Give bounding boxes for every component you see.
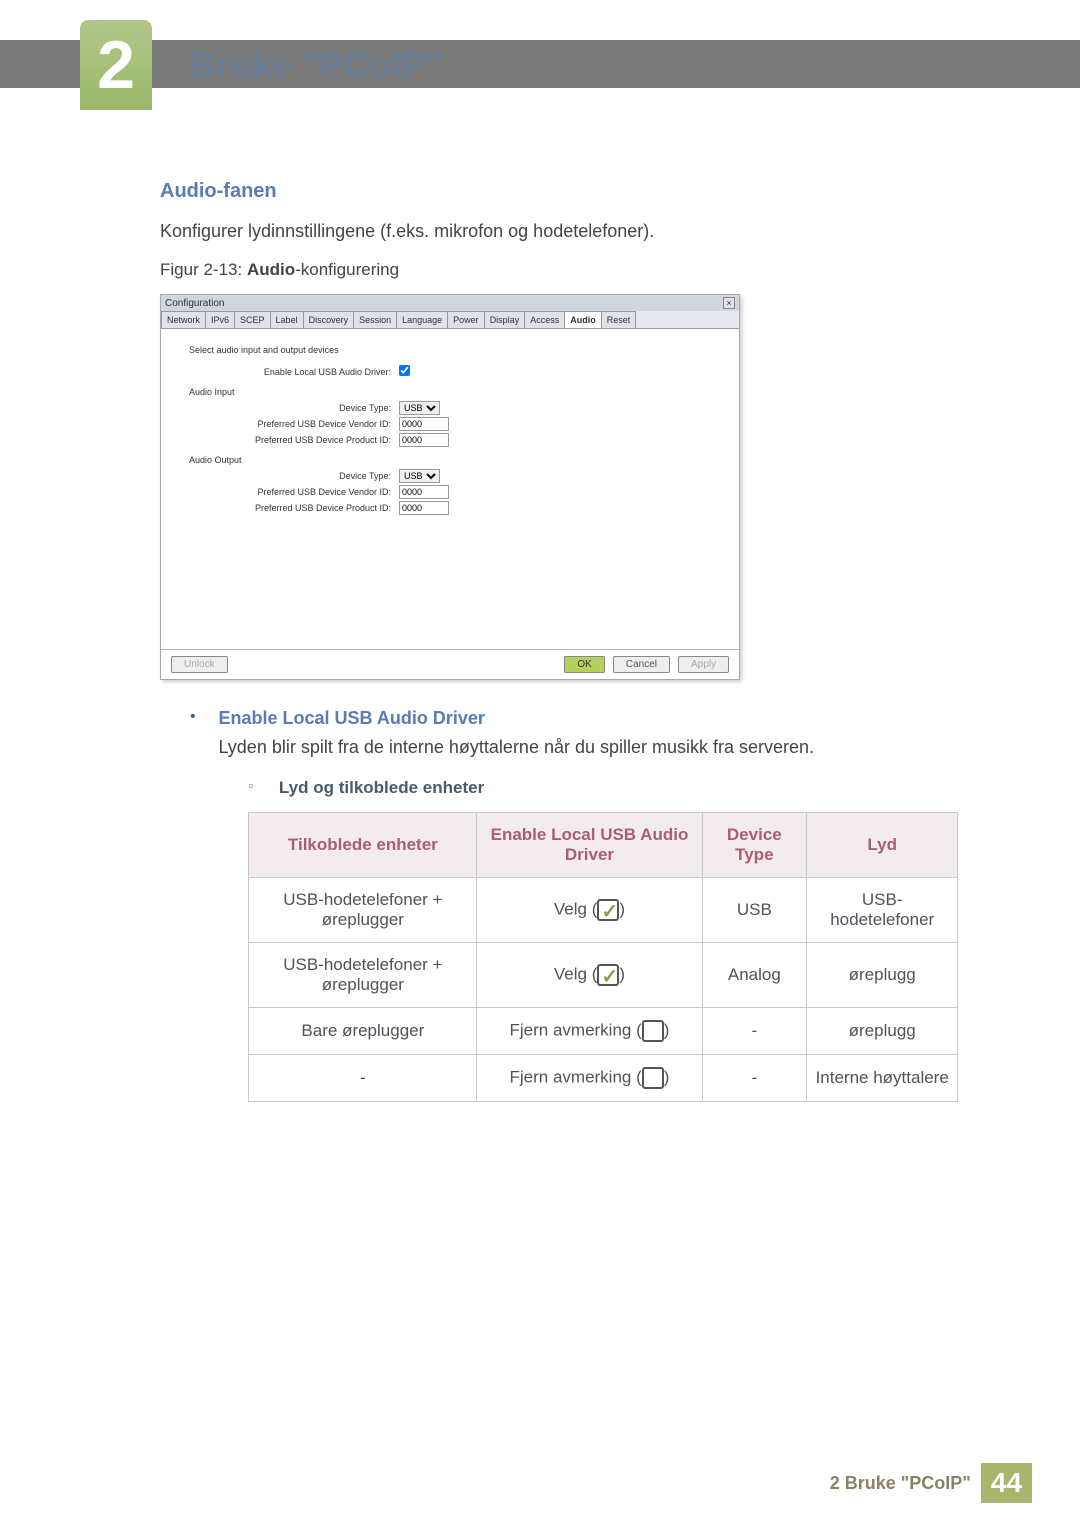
label-in-vendor: Preferred USB Device Vendor ID: — [179, 419, 399, 429]
label-enable: Enable Local USB Audio Driver: — [179, 367, 399, 377]
group-input: Audio Input — [189, 387, 721, 397]
cell-sound: øreplugg — [806, 1008, 958, 1055]
footer-page: 44 — [981, 1463, 1032, 1503]
bullet-dot-icon: • — [190, 708, 214, 726]
label-out-device: Device Type: — [179, 471, 399, 481]
table-row: -Fjern avmerking ()-Interne høyttalere — [249, 1055, 958, 1102]
cell-sound: Interne høyttalere — [806, 1055, 958, 1102]
row-in-vendor: Preferred USB Device Vendor ID: — [179, 417, 721, 431]
tab-reset[interactable]: Reset — [601, 311, 637, 328]
chapter-title: Bruke "PCoIP" — [190, 44, 442, 86]
input-out-product[interactable] — [399, 501, 449, 515]
cell-type: - — [702, 1008, 806, 1055]
cell-sound: USB-hodetelefoner — [806, 878, 958, 943]
th-sound: Lyd — [806, 813, 958, 878]
th-type: Device Type — [702, 813, 806, 878]
panel-body: Select audio input and output devices En… — [161, 329, 739, 649]
cancel-button[interactable]: Cancel — [613, 656, 670, 673]
tab-ipv6[interactable]: IPv6 — [205, 311, 235, 328]
cell-type: USB — [702, 878, 806, 943]
row-out-vendor: Preferred USB Device Vendor ID: — [179, 485, 721, 499]
input-in-product[interactable] — [399, 433, 449, 447]
label-out-product: Preferred USB Device Product ID: — [179, 503, 399, 513]
section-heading: Audio-fanen — [160, 180, 960, 203]
cell-enable: Velg () — [477, 878, 702, 943]
cell-enable: Fjern avmerking () — [477, 1008, 702, 1055]
cell-connected: USB-hodetelefoner + øreplugger — [249, 943, 477, 1008]
bullet-heading: Enable Local USB Audio Driver — [218, 708, 958, 729]
tab-discovery[interactable]: Discovery — [303, 311, 355, 328]
th-enable: Enable Local USB Audio Driver — [477, 813, 702, 878]
tab-label[interactable]: Label — [270, 311, 304, 328]
tab-access[interactable]: Access — [524, 311, 565, 328]
checkbox-enable[interactable] — [399, 365, 410, 376]
checkbox-icon — [597, 964, 619, 986]
panel-help: Select audio input and output devices — [189, 345, 721, 355]
figure-suffix: -konfigurering — [295, 260, 399, 279]
device-table: Tilkoblede enheter Enable Local USB Audi… — [248, 812, 958, 1102]
chapter-badge: 2 — [80, 20, 152, 110]
checkbox-icon — [597, 899, 619, 921]
checkbox-icon — [642, 1067, 664, 1089]
select-in-device[interactable]: USB — [399, 401, 440, 415]
tab-power[interactable]: Power — [447, 311, 485, 328]
select-out-device[interactable]: USB — [399, 469, 440, 483]
button-row: Unlock OK Cancel Apply — [161, 649, 739, 679]
label-out-vendor: Preferred USB Device Vendor ID: — [179, 487, 399, 497]
ok-button[interactable]: OK — [564, 656, 604, 673]
th-connected: Tilkoblede enheter — [249, 813, 477, 878]
tab-session[interactable]: Session — [353, 311, 397, 328]
row-enable: Enable Local USB Audio Driver: — [179, 365, 721, 379]
header-bar — [0, 40, 1080, 88]
cell-type: Analog — [702, 943, 806, 1008]
label-in-product: Preferred USB Device Product ID: — [179, 435, 399, 445]
footer: 2 Bruke "PCoIP" 44 — [830, 1463, 1032, 1503]
input-out-vendor[interactable] — [399, 485, 449, 499]
titlebar: Configuration × — [161, 295, 739, 311]
input-in-vendor[interactable] — [399, 417, 449, 431]
tab-audio[interactable]: Audio — [564, 311, 602, 328]
figure-prefix: Figur 2-13: — [160, 260, 247, 279]
unlock-button[interactable]: Unlock — [171, 656, 228, 673]
row-out-product: Preferred USB Device Product ID: — [179, 501, 721, 515]
figure-caption: Figur 2-13: Audio-konfigurering — [160, 260, 960, 280]
tab-language[interactable]: Language — [396, 311, 448, 328]
tab-scep[interactable]: SCEP — [234, 311, 271, 328]
tab-display[interactable]: Display — [484, 311, 526, 328]
cell-connected: Bare øreplugger — [249, 1008, 477, 1055]
cell-enable: Fjern avmerking () — [477, 1055, 702, 1102]
cell-connected: - — [249, 1055, 477, 1102]
window-title: Configuration — [165, 298, 224, 309]
config-window: Configuration × NetworkIPv6SCEPLabelDisc… — [160, 294, 740, 680]
sub-heading: Lyd og tilkoblede enheter — [279, 778, 484, 798]
tab-network[interactable]: Network — [161, 311, 206, 328]
label-in-device: Device Type: — [179, 403, 399, 413]
section-intro: Konfigurer lydinnstillingene (f.eks. mik… — [160, 221, 960, 242]
table-row: USB-hodetelefoner + ørepluggerVelg ()USB… — [249, 878, 958, 943]
cell-sound: øreplugg — [806, 943, 958, 1008]
close-icon[interactable]: × — [723, 297, 735, 309]
apply-button[interactable]: Apply — [678, 656, 729, 673]
tab-row: NetworkIPv6SCEPLabelDiscoverySessionLang… — [161, 311, 739, 329]
bullet-section: • Enable Local USB Audio Driver Lyden bl… — [160, 708, 960, 1102]
group-output: Audio Output — [189, 455, 721, 465]
cell-type: - — [702, 1055, 806, 1102]
cell-enable: Velg () — [477, 943, 702, 1008]
row-in-device: Device Type: USB — [179, 401, 721, 415]
row-in-product: Preferred USB Device Product ID: — [179, 433, 721, 447]
sub-bullet: ▫ Lyd og tilkoblede enheter Tilkoblede e… — [218, 778, 958, 1102]
table-row: USB-hodetelefoner + ørepluggerVelg ()Ana… — [249, 943, 958, 1008]
square-bullet-icon: ▫ — [248, 778, 274, 793]
chapter-number: 2 — [97, 31, 135, 99]
footer-text: 2 Bruke "PCoIP" — [830, 1473, 971, 1494]
checkbox-icon — [642, 1020, 664, 1042]
cell-connected: USB-hodetelefoner + øreplugger — [249, 878, 477, 943]
table-row: Bare ørepluggerFjern avmerking ()-øreplu… — [249, 1008, 958, 1055]
figure-bold: Audio — [247, 260, 295, 279]
row-out-device: Device Type: USB — [179, 469, 721, 483]
bullet-body: Lyden blir spilt fra de interne høyttale… — [218, 737, 958, 758]
